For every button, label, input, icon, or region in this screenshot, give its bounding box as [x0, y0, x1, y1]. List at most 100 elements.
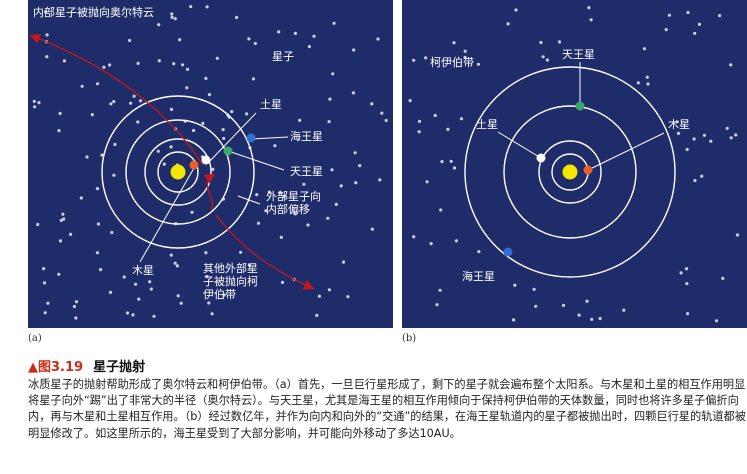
panel-b: 柯伊伯带 天王星 土星 木星 海王星	[402, 0, 747, 328]
star-dot	[315, 313, 319, 317]
star-dot	[273, 144, 277, 148]
star-dot	[205, 5, 209, 9]
star-dot	[545, 58, 549, 62]
star-dot	[306, 223, 310, 227]
star-dot	[692, 137, 696, 141]
star-dot	[45, 55, 49, 59]
star-dot	[90, 113, 94, 117]
star-dot	[557, 40, 562, 44]
star-dot	[417, 130, 421, 134]
star-dot	[221, 128, 225, 132]
star-dot	[80, 84, 84, 88]
star-dot	[162, 162, 166, 166]
star-dot	[326, 216, 330, 220]
star-dot	[128, 38, 132, 43]
star-dot	[454, 239, 458, 243]
star-dot	[532, 287, 536, 291]
star-dot	[463, 49, 467, 53]
star-dot	[211, 167, 215, 171]
star-dot	[109, 102, 113, 106]
star-dot	[42, 281, 47, 285]
kuiper-label: 其他外部星 子被抛向柯 伊伯带	[203, 262, 258, 301]
star-dot	[32, 99, 36, 103]
star-dot	[514, 8, 518, 12]
star-dot	[417, 119, 422, 123]
star-dot	[541, 55, 545, 59]
trajectory-oort	[29, 33, 204, 166]
star-dot	[709, 139, 713, 143]
sun	[170, 164, 186, 180]
star-dot	[725, 126, 729, 130]
star-dot	[439, 208, 443, 212]
star-dot	[429, 242, 433, 246]
star-dot	[189, 5, 193, 9]
star-dot	[718, 14, 722, 18]
star-dot	[173, 17, 177, 21]
sun	[562, 164, 578, 180]
star-dot	[72, 304, 76, 309]
star-dot	[179, 301, 183, 305]
star-dot	[352, 48, 356, 52]
star-dot	[307, 45, 311, 49]
star-dot	[255, 193, 259, 197]
saturn-label: 土星	[476, 118, 498, 131]
star-dot	[645, 75, 649, 79]
triangle-icon: ▲	[28, 360, 38, 375]
star-dot	[376, 37, 380, 41]
star-dot	[131, 313, 135, 317]
star-dot	[477, 250, 481, 254]
star-dot	[341, 260, 346, 264]
star-dot	[622, 308, 626, 312]
star-dot	[476, 62, 480, 66]
star-dot	[138, 99, 143, 103]
star-dot	[351, 91, 356, 95]
star-dot	[302, 182, 306, 186]
uranus-label: 天王星	[562, 48, 595, 61]
star-dot	[353, 151, 357, 155]
star-dot	[664, 28, 668, 32]
star-dot	[729, 136, 733, 140]
star-dot	[62, 59, 66, 63]
star-dot	[170, 12, 174, 16]
star-dot	[235, 15, 239, 20]
uranus-planet	[575, 101, 585, 111]
star-dot	[370, 227, 374, 231]
star-dot	[298, 118, 302, 122]
star-dot	[636, 81, 640, 85]
star-dot	[58, 111, 62, 116]
star-dot	[113, 142, 117, 147]
star-dot	[129, 101, 133, 105]
neptune-label: 海王星	[290, 130, 323, 143]
jupiter-planet	[189, 160, 199, 170]
star-dot	[378, 178, 382, 182]
star-dot	[180, 63, 185, 67]
star-dot	[735, 233, 740, 237]
jupiter-label: 木星	[132, 264, 154, 277]
oort-label: 内部星子被抛向奥尔特云	[33, 6, 154, 19]
star-dot	[122, 275, 126, 279]
star-dot	[700, 174, 704, 178]
star-dot	[45, 33, 49, 37]
star-dot	[152, 314, 156, 318]
star-dot	[192, 128, 196, 133]
star-dot	[204, 76, 208, 80]
star-dot	[667, 13, 671, 17]
star-dot	[446, 127, 450, 131]
star-dot	[125, 311, 130, 315]
star-dot	[136, 120, 140, 124]
star-dot	[156, 149, 160, 153]
kuiper-belt-label: 柯伊伯带	[430, 56, 474, 69]
uranus-planet	[223, 146, 233, 156]
star-dot	[96, 222, 101, 226]
star-dot	[590, 317, 594, 321]
star-dot	[137, 297, 141, 301]
star-dot	[175, 264, 179, 268]
star-dot	[204, 251, 208, 255]
star-dot	[412, 235, 416, 239]
star-dot	[293, 31, 297, 35]
star-dot	[577, 313, 581, 317]
star-dot	[734, 133, 738, 137]
sub-label-a: (a)	[28, 333, 42, 344]
star-dot	[697, 22, 702, 26]
star-dot	[412, 58, 416, 62]
